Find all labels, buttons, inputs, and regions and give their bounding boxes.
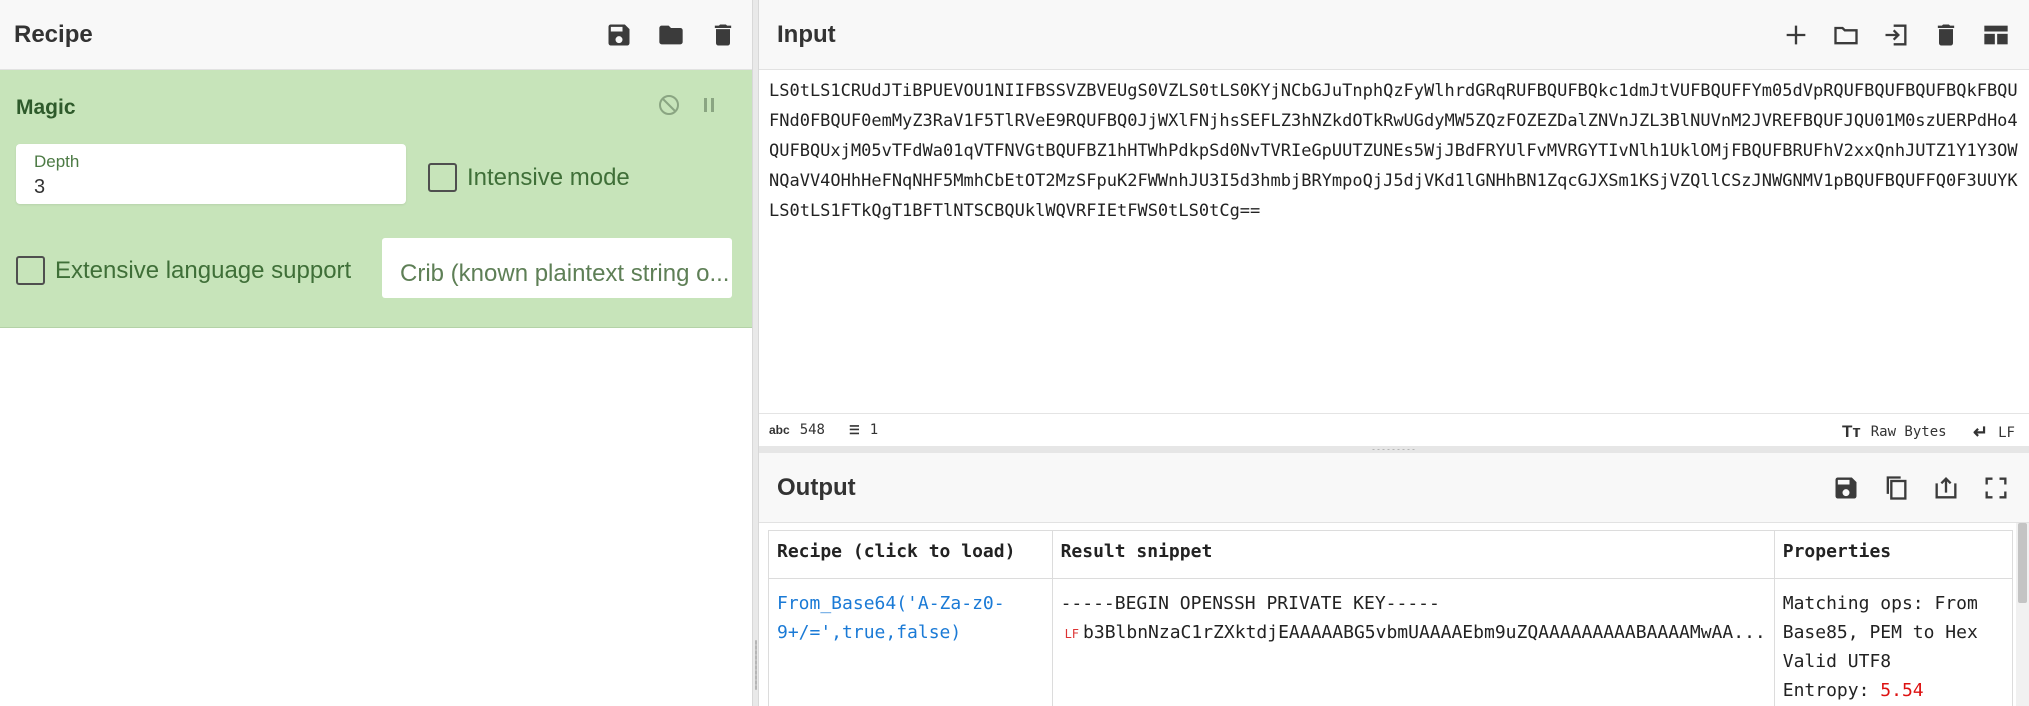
intensive-mode-label: Intensive mode — [467, 163, 630, 191]
input-header: Input — [759, 0, 2029, 70]
depth-value[interactable]: 3 — [34, 176, 45, 199]
open-folder-icon[interactable] — [1831, 20, 1861, 50]
chr-encoding[interactable]: Tт Raw Bytes — [1842, 422, 1947, 442]
add-tab-plus-icon[interactable] — [1781, 20, 1811, 50]
open-file-input-icon[interactable] — [1881, 20, 1911, 50]
col-properties-header: Properties — [1773, 530, 2014, 579]
eol-value[interactable]: LF — [1998, 425, 2015, 441]
magic-operation[interactable]: Magic Depth 3 Intensive mode Extensive l… — [0, 70, 752, 328]
extensive-language-checkbox[interactable]: Extensive language support — [16, 256, 351, 285]
text-format-icon: Tт — [1842, 422, 1861, 441]
vertical-splitter[interactable] — [752, 0, 759, 706]
cyberchef-app: Recipe Magic Depth 3 Intensive mode Exte… — [0, 0, 2029, 706]
crib-placeholder: Crib (known plaintext string o... — [400, 260, 730, 287]
recipe-load-link[interactable]: From_Base64('A-Za-z0-9+/=',true,false) — [777, 593, 1005, 643]
input-status-bar: abc 548 ☰ 1 Tт Raw Bytes ↵ LF — [759, 413, 2029, 446]
extensive-language-box[interactable] — [16, 256, 45, 285]
line-count-value: 1 — [869, 422, 879, 438]
crib-input[interactable]: Crib (known plaintext string o... — [382, 238, 732, 298]
lf-marker: LF — [1064, 627, 1080, 641]
abc-icon: abc — [769, 423, 790, 437]
depth-field[interactable]: Depth 3 — [16, 144, 406, 204]
operation-name: Magic — [16, 96, 76, 119]
input-panel: Input LS0tLS1CRUdJTiBPUEVOU1NIIFBSSVZBVE… — [759, 0, 2029, 449]
intensive-mode-box[interactable] — [428, 163, 457, 192]
output-scrollbar[interactable] — [2016, 523, 2029, 706]
input-textarea[interactable]: LS0tLS1CRUdJTiBPUEVOU1NIIFBSSVZBVEUgS0VZ… — [769, 76, 2021, 226]
snippet-line1: -----BEGIN OPENSSH PRIVATE KEY----- — [1060, 593, 1440, 614]
col-snippet-header: Result snippet — [1051, 530, 1775, 579]
depth-label: Depth — [34, 152, 80, 171]
recipe-header: Recipe — [0, 0, 752, 70]
output-title: Output — [777, 473, 856, 501]
replace-input-icon[interactable] — [1931, 473, 1961, 503]
recipe-panel: Recipe Magic Depth 3 Intensive mode Exte… — [0, 0, 752, 706]
line-count: ☰ 1 — [849, 422, 878, 438]
entropy-value: 5.54 — [1880, 680, 1924, 701]
load-recipe-folder-icon[interactable] — [656, 20, 686, 50]
intensive-mode-checkbox[interactable]: Intensive mode — [428, 163, 630, 192]
entropy: Entropy: 5.54 — [1783, 676, 2004, 705]
output-header: Output — [759, 453, 2029, 523]
reset-layout-icon[interactable] — [1981, 20, 2011, 50]
save-recipe-icon[interactable] — [604, 20, 634, 50]
encoding-value[interactable]: Raw Bytes — [1871, 424, 1947, 440]
properties-cell: Matching ops: From Base85, PEM to Hex Va… — [1773, 578, 2014, 706]
copy-output-icon[interactable] — [1881, 473, 1911, 503]
matching-ops: Matching ops: From Base85, PEM to Hex — [1782, 593, 1978, 643]
table-header-row: Recipe (click to load) Result snippet Pr… — [768, 530, 2014, 579]
scrollbar-thumb[interactable] — [2018, 523, 2027, 603]
magic-results-table: Recipe (click to load) Result snippet Pr… — [768, 530, 2014, 706]
valid-utf8: Valid UTF8 — [1782, 651, 1892, 672]
lines-icon: ☰ — [849, 423, 860, 437]
clear-recipe-trash-icon[interactable] — [708, 20, 738, 50]
entropy-label: Entropy: — [1782, 680, 1870, 701]
output-panel: Output Recipe (click to load) Result sni… — [759, 453, 2029, 706]
snippet-rest: b3BlbnNzaC1rZXktdjEAAAAABG5vbmUAAAAEbm9u… — [1083, 622, 1766, 643]
recipe-title: Recipe — [14, 20, 93, 48]
char-count-value: 548 — [799, 422, 825, 438]
disable-operation-icon[interactable] — [654, 90, 684, 120]
snippet-cell: -----BEGIN OPENSSH PRIVATE KEY----- LF b3B… — [1051, 578, 1775, 706]
input-title: Input — [777, 20, 836, 48]
table-row: From_Base64('A-Za-z0-9+/=',true,false) -… — [768, 578, 2014, 706]
clear-input-trash-icon[interactable] — [1931, 20, 1961, 50]
recipe-cell: From_Base64('A-Za-z0-9+/=',true,false) — [768, 578, 1053, 706]
return-arrow-icon: ↵ — [1973, 422, 1989, 442]
pause-breakpoint-icon[interactable] — [694, 90, 724, 120]
eol-sequence[interactable]: ↵ LF — [1973, 422, 2015, 443]
extensive-language-label: Extensive language support — [55, 256, 352, 284]
char-count: abc 548 — [769, 422, 825, 438]
maximise-output-icon[interactable] — [1981, 473, 2011, 503]
save-output-icon[interactable] — [1831, 473, 1861, 503]
horizontal-splitter[interactable] — [759, 446, 2029, 453]
col-recipe-header: Recipe (click to load) — [768, 530, 1053, 579]
